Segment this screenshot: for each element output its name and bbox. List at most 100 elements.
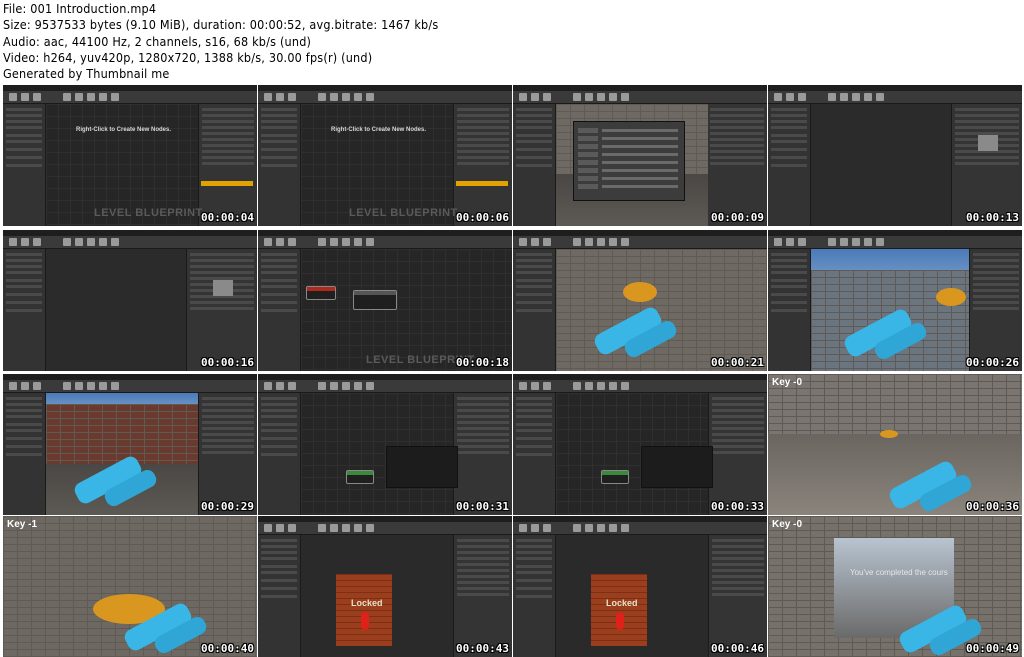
toolbar-button-icon[interactable] [840, 93, 848, 101]
panel-row[interactable] [457, 451, 509, 454]
toolbar-button-icon[interactable] [21, 238, 29, 246]
panel-row[interactable] [712, 587, 764, 590]
dialog-option[interactable] [578, 144, 598, 149]
panel-row[interactable] [955, 114, 1019, 117]
toolbar-button-icon[interactable] [585, 238, 593, 246]
panel-row[interactable] [261, 551, 297, 554]
graph-canvas[interactable] [301, 249, 512, 371]
panel-row[interactable] [6, 409, 42, 412]
toolbar-button-icon[interactable] [75, 382, 83, 390]
panel-row[interactable] [516, 415, 552, 418]
toolbar-button-icon[interactable] [519, 93, 527, 101]
toolbar-button-icon[interactable] [597, 524, 605, 532]
panel-row[interactable] [261, 120, 297, 123]
toolbar-button-icon[interactable] [99, 382, 107, 390]
dialog-option[interactable] [578, 184, 598, 189]
toolbar-button-icon[interactable] [354, 238, 362, 246]
panel-row[interactable] [710, 114, 764, 117]
toolbar-button-icon[interactable] [786, 93, 794, 101]
panel-row[interactable] [261, 285, 297, 288]
panel-row[interactable] [771, 134, 807, 137]
panel-row[interactable] [516, 551, 552, 554]
panel-row[interactable] [202, 427, 254, 430]
panel-row[interactable] [955, 120, 1019, 123]
panel-row[interactable] [190, 307, 254, 310]
panel-row[interactable] [955, 156, 1019, 159]
toolbar-button-icon[interactable] [87, 238, 95, 246]
panel-row[interactable] [6, 126, 42, 129]
toolbar-button-icon[interactable] [318, 93, 326, 101]
panel-row[interactable] [712, 557, 764, 560]
panel-row[interactable] [457, 150, 509, 153]
panel-row[interactable] [771, 126, 807, 129]
panel-row[interactable] [973, 307, 1019, 310]
panel-row[interactable] [202, 439, 254, 442]
toolbar-button-icon[interactable] [366, 238, 374, 246]
toolbar-button-icon[interactable] [828, 238, 836, 246]
toolbar-button-icon[interactable] [597, 93, 605, 101]
toolbar-button-icon[interactable] [264, 93, 272, 101]
panel-row[interactable] [457, 120, 509, 123]
toolbar-button-icon[interactable] [354, 93, 362, 101]
panel-row[interactable] [261, 108, 297, 111]
panel-row[interactable] [973, 253, 1019, 256]
panel-row[interactable] [457, 126, 509, 129]
toolbar-button-icon[interactable] [318, 524, 326, 532]
dialog-option[interactable] [578, 128, 598, 133]
toolbar-button-icon[interactable] [597, 238, 605, 246]
panel-row[interactable] [516, 140, 552, 143]
panel-row[interactable] [6, 156, 42, 159]
panel-row[interactable] [710, 108, 764, 111]
panel-row[interactable] [202, 421, 254, 424]
panel-row[interactable] [712, 451, 764, 454]
panel-row[interactable] [516, 557, 552, 560]
panel-row[interactable] [261, 156, 297, 159]
panel-row[interactable] [973, 301, 1019, 304]
panel-row[interactable] [516, 409, 552, 412]
panel-row[interactable] [712, 445, 764, 448]
branch-node[interactable] [353, 290, 397, 310]
panel-row[interactable] [6, 114, 42, 117]
panel-row[interactable] [516, 148, 552, 151]
panel-row[interactable] [771, 293, 807, 296]
panel-row[interactable] [516, 279, 552, 282]
panel-row[interactable] [712, 539, 764, 542]
panel-row[interactable] [973, 289, 1019, 292]
panel-row[interactable] [710, 138, 764, 141]
toolbar-button-icon[interactable] [531, 93, 539, 101]
panel-row[interactable] [6, 148, 42, 151]
panel-row[interactable] [190, 259, 254, 262]
panel-row[interactable] [516, 285, 552, 288]
panel-row[interactable] [261, 114, 297, 117]
panel-row[interactable] [712, 409, 764, 412]
panel-row[interactable] [457, 545, 509, 548]
panel-row[interactable] [516, 120, 552, 123]
toolbar-button-icon[interactable] [543, 524, 551, 532]
panel-row[interactable] [516, 423, 552, 426]
panel-row[interactable] [202, 445, 254, 448]
panel-row[interactable] [202, 397, 254, 400]
toolbar-button-icon[interactable] [264, 382, 272, 390]
panel-row[interactable] [712, 569, 764, 572]
toolbar-button-icon[interactable] [786, 238, 794, 246]
toolbar-button-icon[interactable] [111, 93, 119, 101]
panel-row[interactable] [6, 134, 42, 137]
panel-row[interactable] [457, 162, 509, 165]
panel-row[interactable] [202, 415, 254, 418]
panel-row[interactable] [710, 156, 764, 159]
toolbar-button-icon[interactable] [609, 524, 617, 532]
toolbar-button-icon[interactable] [621, 238, 629, 246]
toolbar-button-icon[interactable] [330, 524, 338, 532]
toolbar-button-icon[interactable] [798, 238, 806, 246]
toolbar-button-icon[interactable] [531, 238, 539, 246]
viewport-area[interactable] [811, 104, 951, 226]
toolbar-button-icon[interactable] [288, 238, 296, 246]
panel-row[interactable] [516, 565, 552, 568]
toolbar-button-icon[interactable] [531, 382, 539, 390]
panel-row[interactable] [6, 453, 42, 456]
panel-row[interactable] [6, 397, 42, 400]
toolbar-button-icon[interactable] [342, 238, 350, 246]
panel-row[interactable] [516, 134, 552, 137]
variable-node[interactable] [601, 470, 629, 484]
panel-row[interactable] [261, 409, 297, 412]
